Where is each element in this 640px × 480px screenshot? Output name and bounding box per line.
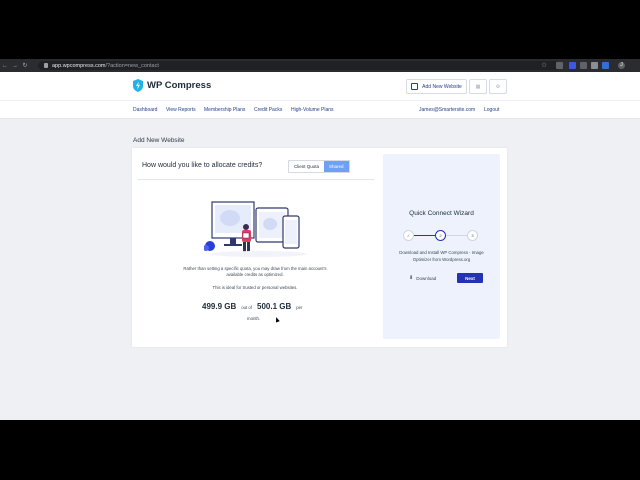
back-icon[interactable]: ← [0, 63, 10, 69]
logout-link[interactable]: Logout [484, 107, 499, 113]
url-path: /?action=new_contact [105, 62, 159, 69]
add-new-website-button[interactable]: Add New Website [406, 79, 467, 94]
wpcompress-logo-icon [133, 79, 143, 92]
address-bar[interactable]: app.wpcompress.com/?action=new_contact [38, 61, 560, 70]
devices-illustration [204, 201, 307, 257]
shared-description: Rather than setting a specific quota, yo… [183, 266, 327, 278]
settings-button[interactable]: ⚙ [489, 79, 507, 94]
user-email[interactable]: James@Smartersite.com [419, 107, 475, 113]
shared-note: This is ideal for trusted or personal we… [212, 285, 298, 290]
client-quota-option[interactable]: Client Quota [289, 161, 324, 172]
plus-icon [411, 83, 419, 90]
wizard-title: Quick Connect Wizard [409, 210, 474, 217]
step-3: 3 [467, 230, 478, 241]
allocation-question: How would you like to allocate credits? [142, 162, 263, 169]
app-header: WP Compress Add New Website ▦ ⚙ [0, 72, 640, 100]
divider [138, 179, 374, 180]
download-link[interactable]: ⬇ Download [409, 275, 436, 281]
forward-icon[interactable]: → [10, 63, 20, 69]
bulk-icon-button[interactable]: ▦ [469, 79, 487, 94]
quota-used: 499.9 GB [202, 302, 237, 311]
month-label: month. [247, 316, 261, 321]
lock-icon [44, 63, 48, 68]
gear-icon: ⚙ [495, 83, 501, 90]
wizard-instruction: Download and Install WP Compress - Image… [399, 250, 484, 262]
shared-option[interactable]: Shared [324, 161, 349, 172]
nav-view-reports[interactable]: View Reports [166, 107, 196, 113]
bookmark-star-icon[interactable]: ☆ [541, 61, 547, 69]
extension-icon[interactable] [569, 62, 576, 69]
mouse-cursor-icon [274, 316, 280, 323]
out-of-label: out of [241, 305, 253, 310]
main-nav: Dashboard View Reports Membership Plans … [0, 100, 640, 119]
nav-credit-packs[interactable]: Credit Packs [254, 107, 282, 113]
quick-connect-wizard: Quick Connect Wizard ✓ 2 3 Download and … [383, 154, 500, 339]
quota-total: 500.1 GB [257, 302, 292, 311]
brand-name: WP Compress [147, 80, 212, 91]
reload-icon[interactable]: ↻ [20, 62, 30, 69]
per-label: per [296, 305, 303, 310]
url-host: app.wpcompress.com [52, 62, 106, 69]
download-label: Download [416, 275, 437, 281]
download-icon: ⬇ [409, 275, 414, 281]
extension-icon[interactable] [556, 62, 563, 69]
nav-membership-plans[interactable]: Membership Plans [204, 107, 245, 113]
allocation-toggle: Client Quota Shared [288, 160, 350, 173]
page-title: Add New Website [133, 137, 185, 144]
grid-icon: ▦ [475, 83, 481, 90]
browser-toolbar: ← → ↻ app.wpcompress.com/?action=new_con… [0, 59, 640, 72]
step-1: ✓ [403, 230, 414, 241]
add-new-website-label: Add New Website [422, 83, 462, 90]
extension-icon[interactable] [591, 62, 598, 69]
nav-dashboard[interactable]: Dashboard [133, 107, 157, 113]
nav-high-volume-plans[interactable]: High-Volume Plans [291, 107, 334, 113]
quota-summary: 499.9 GB out of 500.1 GB per [202, 302, 307, 311]
profile-avatar[interactable]: J [618, 62, 625, 69]
next-button[interactable]: Next [457, 273, 483, 283]
wizard-steps: ✓ 2 3 [403, 230, 479, 242]
add-website-card: How would you like to allocate credits? … [132, 148, 507, 347]
extension-icon[interactable] [580, 62, 587, 69]
app-window: ← → ↻ app.wpcompress.com/?action=new_con… [0, 59, 640, 420]
url-text: app.wpcompress.com/?action=new_contact [52, 63, 159, 69]
extension-icon[interactable] [602, 62, 609, 69]
step-2: 2 [435, 230, 446, 241]
